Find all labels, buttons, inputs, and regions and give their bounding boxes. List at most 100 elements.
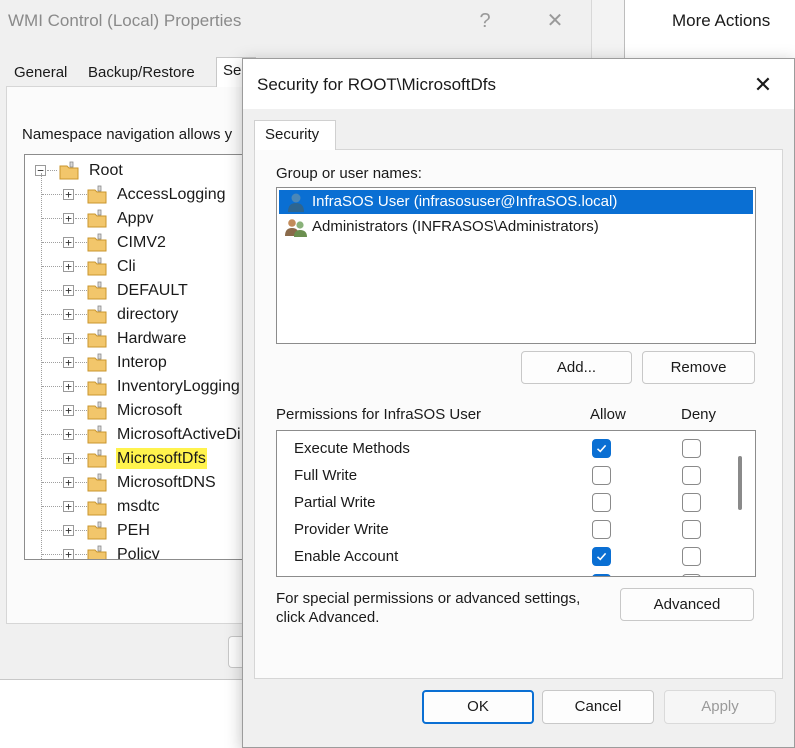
tree-node[interactable]: + msdtc (25, 495, 245, 519)
remove-button[interactable]: Remove (642, 351, 755, 384)
tree-node-label: DEFAULT (117, 282, 188, 299)
deny-checkbox[interactable] (682, 493, 701, 512)
folder-icon (87, 449, 107, 468)
folder-icon (87, 473, 107, 492)
expand-expander[interactable]: + (63, 189, 74, 200)
permission-name: Enable Account (294, 548, 399, 565)
tree-node-label: CIMV2 (117, 234, 166, 251)
permission-name: Full Write (294, 467, 358, 484)
tree-node-label: msdtc (117, 498, 160, 515)
expand-expander[interactable]: + (63, 333, 74, 344)
permission-name: Provider Write (294, 521, 389, 538)
expand-expander[interactable]: + (63, 381, 74, 392)
tab-backup-restore[interactable]: Backup/Restore (82, 60, 201, 88)
scrollbar-thumb[interactable] (738, 456, 742, 510)
allow-checkbox[interactable] (592, 493, 611, 512)
add-button[interactable]: Add... (521, 351, 632, 384)
tree-node-label: AccessLogging (117, 186, 226, 203)
allow-column-header: Allow (590, 406, 626, 423)
tree-node[interactable]: + Microsoft (25, 399, 245, 423)
tree-node[interactable]: + MicrosoftDfs (25, 447, 245, 471)
cancel-button[interactable]: Cancel (542, 690, 654, 724)
special-permissions-text: For special permissions or advanced sett… (276, 590, 581, 626)
expand-expander[interactable]: + (63, 453, 74, 464)
expand-expander[interactable]: + (63, 429, 74, 440)
permission-row: Execute Methods (277, 436, 737, 463)
tree-node[interactable]: + PEH (25, 519, 245, 543)
tree-node-label: Cli (117, 258, 136, 275)
tree-node[interactable]: + MicrosoftActiveDi (25, 423, 245, 447)
tree-node-root[interactable]: − Root (25, 159, 245, 183)
apply-button[interactable]: Apply (664, 690, 776, 724)
expand-expander[interactable]: + (63, 549, 74, 559)
group-names-label: Group or user names: (276, 165, 422, 182)
wmi-window-title: WMI Control (Local) Properties (8, 11, 242, 30)
tree-node-label: InventoryLogging (117, 378, 240, 395)
tree-node[interactable]: + AccessLogging (25, 183, 245, 207)
tab-general[interactable]: General (8, 60, 73, 88)
tree-node-label: Interop (117, 354, 167, 371)
security-dialog: Security for ROOT\MicrosoftDfs ✕ Securit… (242, 58, 795, 748)
wmi-close-button[interactable]: ✕ (537, 6, 573, 36)
tree-node[interactable]: + MicrosoftDNS (25, 471, 245, 495)
tree-node[interactable]: + directory (25, 303, 245, 327)
permission-row: Full Write (277, 463, 737, 490)
expand-expander[interactable]: + (63, 309, 74, 320)
deny-checkbox[interactable] (682, 466, 701, 485)
tree-node-label: Policy (117, 546, 160, 560)
folder-icon (59, 161, 79, 180)
user-list-item[interactable]: Administrators (INFRASOS\Administrators) (279, 215, 753, 239)
expand-expander[interactable]: + (63, 357, 74, 368)
user-list-item[interactable]: InfraSOS User (infrasosuser@InfraSOS.loc… (279, 190, 753, 214)
deny-checkbox[interactable] (682, 520, 701, 539)
tree-node[interactable]: + Hardware (25, 327, 245, 351)
tree-node-label: Hardware (117, 330, 187, 347)
expand-expander[interactable]: + (63, 261, 74, 272)
namespace-description: Namespace navigation allows y (22, 126, 233, 143)
expand-expander[interactable]: + (63, 525, 74, 536)
allow-checkbox[interactable] (592, 547, 611, 566)
allow-checkbox[interactable] (592, 439, 611, 458)
tree-node[interactable]: + Appv (25, 207, 245, 231)
expand-expander[interactable]: + (63, 501, 74, 512)
dialog-close-button[interactable]: ✕ (743, 67, 783, 103)
tree-node[interactable]: + Interop (25, 351, 245, 375)
expand-expander[interactable]: + (63, 237, 74, 248)
folder-icon (87, 209, 107, 228)
tree-node[interactable]: + DEFAULT (25, 279, 245, 303)
folder-icon (87, 353, 107, 372)
deny-checkbox[interactable] (682, 439, 701, 458)
permission-row: Provider Write (277, 517, 737, 544)
deny-checkbox[interactable] (682, 574, 701, 576)
expand-expander[interactable]: + (63, 213, 74, 224)
tree-node[interactable]: + Policy (25, 543, 245, 560)
folder-icon (87, 305, 107, 324)
expand-expander[interactable]: + (63, 285, 74, 296)
tree-node-label: MicrosoftDNS (117, 474, 216, 491)
folder-icon (87, 521, 107, 540)
expand-expander[interactable]: + (63, 405, 74, 416)
user-icon (288, 193, 304, 212)
permission-name: Execute Methods (294, 440, 410, 457)
tree-node[interactable]: + InventoryLogging (25, 375, 245, 399)
permissions-list[interactable]: Execute Methods Full Write Partial Write Pr… (276, 430, 756, 577)
deny-column-header: Deny (681, 406, 717, 423)
more-actions-label[interactable]: More Actions (672, 11, 770, 31)
folder-icon (87, 185, 107, 204)
tab-security[interactable]: Security (254, 120, 336, 150)
allow-checkbox[interactable] (592, 574, 611, 576)
namespace-tree[interactable]: − Root + AccessLogging + Appv + CIMV2 + Cli + DEF… (24, 154, 246, 560)
user-list[interactable]: InfraSOS User (infrasosuser@InfraSOS.loc… (276, 187, 756, 344)
folder-icon (87, 329, 107, 348)
tree-node[interactable]: + Cli (25, 255, 245, 279)
advanced-button[interactable]: Advanced (620, 588, 754, 621)
folder-icon (87, 545, 107, 559)
allow-checkbox[interactable] (592, 520, 611, 539)
ok-button[interactable]: OK (422, 690, 534, 724)
allow-checkbox[interactable] (592, 466, 611, 485)
expand-expander[interactable]: + (63, 477, 74, 488)
tree-node[interactable]: + CIMV2 (25, 231, 245, 255)
deny-checkbox[interactable] (682, 547, 701, 566)
help-button[interactable]: ? (467, 6, 503, 36)
permissions-label: Permissions for InfraSOS User (276, 406, 482, 423)
